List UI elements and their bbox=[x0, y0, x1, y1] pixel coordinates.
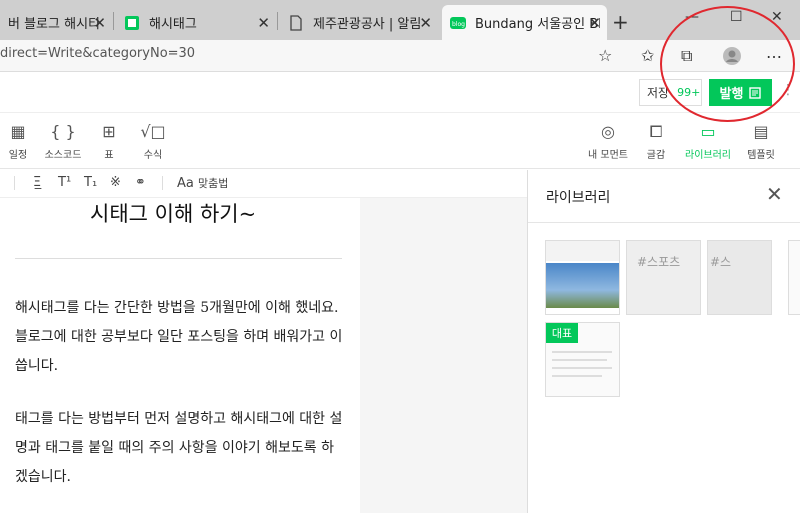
browser-tab-active[interactable]: blog Bundang 서울공인 Bl ✕ bbox=[442, 5, 607, 40]
library-panel: 라이브러리 ✕ #스포츠 #스 대표 bbox=[527, 170, 800, 513]
post-paragraph[interactable]: 해시태그를 다는 간단한 방법을 5개월만에 이해 했네요. 블로그에 대한 공… bbox=[15, 294, 345, 381]
tool-library[interactable]: ▭ 라이브러리 bbox=[682, 122, 734, 161]
sky-photo-image bbox=[546, 263, 619, 308]
editor-canvas[interactable]: 시태그 이해 하기~ 해시태그를 다는 간단한 방법을 5개월만에 이해 했네요… bbox=[0, 198, 527, 513]
spellcheck-label: 맞춤법 bbox=[198, 177, 229, 190]
representative-badge: 대표 bbox=[546, 323, 578, 343]
divider bbox=[162, 176, 163, 190]
divider bbox=[14, 176, 15, 190]
panel-divider bbox=[528, 222, 800, 223]
tab-separator bbox=[277, 12, 278, 30]
spellcheck-button[interactable]: Aa 맞춤법 bbox=[177, 175, 228, 191]
close-tab-icon[interactable]: ✕ bbox=[588, 14, 601, 32]
link-icon[interactable]: ⚭ bbox=[135, 175, 146, 190]
tool-label: 일정 bbox=[8, 150, 28, 161]
library-title: 라이브러리 bbox=[546, 190, 611, 206]
tab-title: 제주관광공사 | 알림미 bbox=[313, 17, 421, 32]
browser-tab[interactable]: 해시태그 ✕ bbox=[116, 5, 276, 40]
tool-label: 템플릿 bbox=[747, 150, 775, 161]
close-icon[interactable]: ✕ bbox=[766, 182, 783, 206]
tool-label: 글감 bbox=[646, 150, 666, 161]
insert-schedule[interactable]: ▦ 일정 bbox=[0, 122, 40, 161]
formula-icon: √□ bbox=[140, 122, 166, 141]
favorites-icon[interactable]: ✩ bbox=[641, 46, 654, 65]
library-doc-thumbnail[interactable]: 대표 bbox=[545, 322, 620, 397]
tool-material[interactable]: ⧠ 글감 bbox=[634, 122, 678, 161]
text-line bbox=[552, 359, 607, 361]
format-toolbar: Ξ̲ T¹ T₁ ※ ⚭ Aa 맞춤법 bbox=[0, 170, 527, 198]
tool-label: 라이브러리 bbox=[685, 150, 731, 161]
library-image-thumbnail[interactable] bbox=[545, 240, 620, 315]
tool-label: 소스코드 bbox=[44, 150, 82, 161]
braces-icon: { } bbox=[50, 122, 76, 141]
blog-favicon-icon: blog bbox=[450, 16, 466, 29]
thumb-header bbox=[546, 241, 619, 261]
tag-label: #스 bbox=[710, 255, 732, 269]
text-line bbox=[552, 367, 612, 369]
tab-title: 해시태그 bbox=[149, 17, 197, 32]
document-icon bbox=[290, 14, 302, 31]
tab-title: 버 블로그 해시티 bbox=[8, 17, 100, 32]
tab-separator bbox=[113, 12, 114, 30]
green-favicon-icon bbox=[125, 15, 139, 30]
superscript-icon[interactable]: T¹ bbox=[58, 175, 71, 190]
browser-tab[interactable]: 제주관광공사 | 알림미 ✕ bbox=[280, 5, 438, 40]
book-search-icon: ⧠ bbox=[649, 122, 663, 141]
add-favorite-icon[interactable]: ☆ bbox=[598, 46, 612, 65]
close-tab-icon[interactable]: ✕ bbox=[419, 14, 432, 32]
annotation-circle bbox=[660, 6, 795, 122]
library-doc-thumbnail[interactable] bbox=[788, 240, 800, 315]
insert-table[interactable]: ⊞ 표 bbox=[87, 122, 131, 161]
insert-sourcecode[interactable]: { } 소스코드 bbox=[41, 122, 85, 161]
browser-tab[interactable]: 버 블로그 해시티 ✕ bbox=[0, 5, 112, 40]
heading-divider bbox=[15, 258, 342, 259]
line-height-icon[interactable]: Ξ̲ bbox=[33, 175, 41, 190]
svg-text:blog: blog bbox=[452, 21, 465, 28]
tool-label: 내 모먼트 bbox=[588, 150, 628, 161]
tab-title: Bundang 서울공인 Bl bbox=[475, 17, 600, 32]
tool-my-moment[interactable]: ◎ 내 모먼트 bbox=[583, 122, 633, 161]
tag-label: #스포츠 bbox=[637, 255, 681, 269]
library-tag-thumbnail[interactable]: #스포츠 bbox=[626, 240, 701, 315]
tool-label: 수식 bbox=[143, 150, 163, 161]
archive-icon: ▭ bbox=[700, 122, 716, 141]
template-icon: ▤ bbox=[753, 122, 769, 141]
url-field[interactable]: direct=Write&categoryNo=30 bbox=[0, 46, 195, 61]
special-char-icon[interactable]: ※ bbox=[110, 175, 121, 190]
new-tab-icon[interactable]: + bbox=[612, 10, 629, 34]
subscript-icon[interactable]: T₁ bbox=[84, 175, 97, 190]
close-tab-icon[interactable]: ✕ bbox=[257, 14, 270, 32]
moment-icon: ◎ bbox=[601, 122, 615, 141]
text-line bbox=[552, 375, 602, 377]
editor-gutter bbox=[360, 198, 527, 513]
library-tag-thumbnail[interactable]: #스 bbox=[707, 240, 772, 315]
post-paragraph[interactable]: 태그를 다는 방법부터 먼저 설명하고 해시태그에 대한 설명과 태그를 붙일 … bbox=[15, 405, 345, 492]
insert-formula[interactable]: √□ 수식 bbox=[131, 122, 175, 161]
spellcheck-icon: Aa bbox=[177, 176, 194, 191]
table-icon: ⊞ bbox=[102, 122, 116, 141]
close-tab-icon[interactable]: ✕ bbox=[93, 14, 106, 32]
calendar-icon: ▦ bbox=[10, 122, 26, 141]
tool-label: 표 bbox=[104, 150, 114, 161]
text-line bbox=[552, 351, 612, 353]
post-heading[interactable]: 시태그 이해 하기~ bbox=[90, 198, 256, 228]
insert-toolbar: ▦ 일정 { } 소스코드 ⊞ 표 √□ 수식 ◎ 내 모먼트 ⧠ 글감 ▭ 라… bbox=[0, 113, 800, 169]
tool-template[interactable]: ▤ 템플릿 bbox=[739, 122, 783, 161]
